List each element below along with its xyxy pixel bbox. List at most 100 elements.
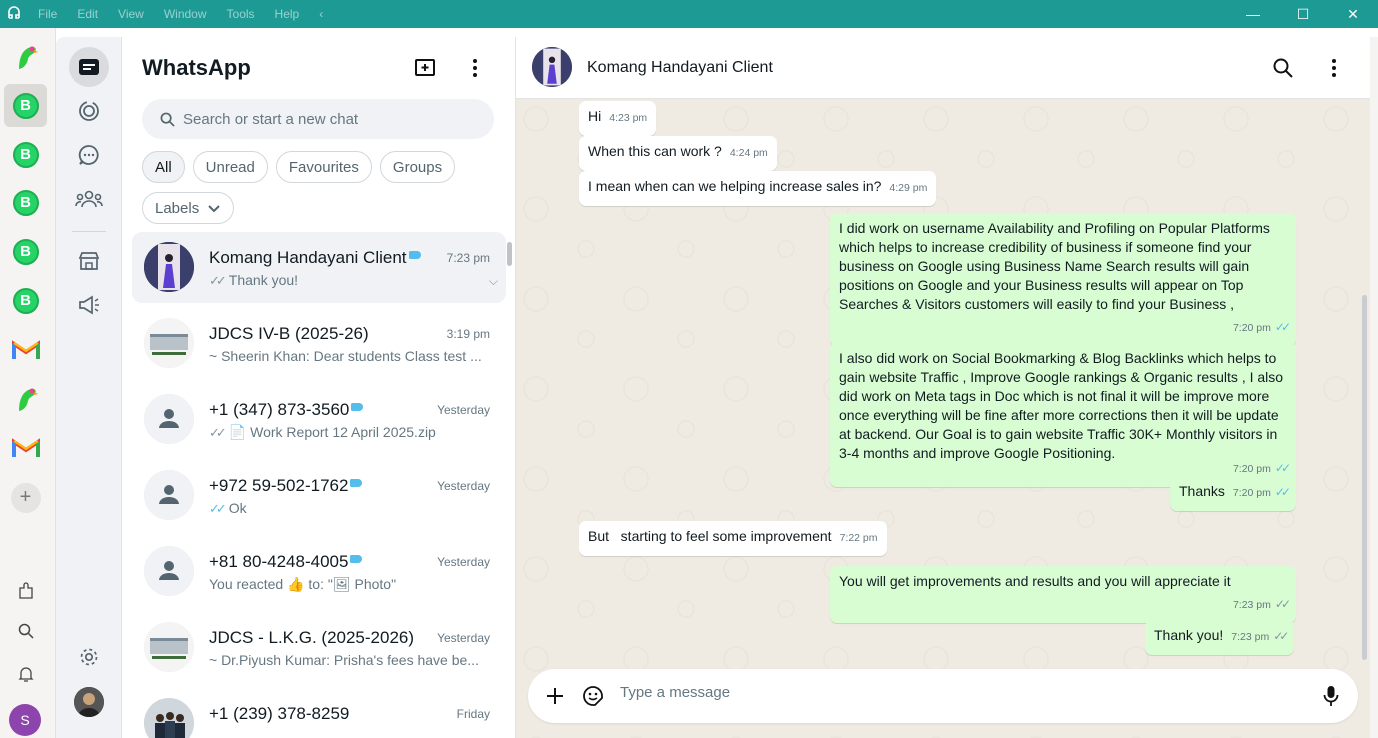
message-outgoing[interactable]: You will get improvements and results an… (830, 566, 1296, 623)
close-window-button[interactable]: ✕ (1328, 0, 1378, 28)
minimize-button[interactable]: — (1228, 0, 1278, 28)
filter-all[interactable]: All (142, 151, 185, 183)
whatsapp-business-account-2[interactable]: B (4, 133, 47, 176)
contact-avatar (144, 242, 194, 292)
back-arrow-icon[interactable]: ‹ (309, 7, 333, 21)
message-outgoing[interactable]: Thank you! 7:23 pm ✓✓ (1145, 620, 1295, 655)
search-input[interactable] (183, 110, 463, 128)
menu-window[interactable]: Window (154, 7, 217, 21)
label-tag-icon (351, 403, 364, 411)
status-nav-button[interactable] (69, 91, 109, 131)
whatsapp-nav (56, 37, 122, 738)
chat-preview: ~ Dr.Piyush Kumar: Prisha's fees have be… (209, 652, 479, 668)
search-bar[interactable] (142, 99, 494, 139)
double-check-icon: ✓✓ (1274, 597, 1291, 611)
contact-avatar[interactable] (532, 47, 572, 87)
channels-nav-button[interactable] (69, 135, 109, 175)
conversation-scrollbar[interactable] (1362, 295, 1367, 660)
whatsapp-business-account-1[interactable]: B (4, 84, 47, 127)
contact-avatar (144, 698, 194, 738)
maximize-button[interactable]: ☐ (1278, 0, 1328, 28)
message-outgoing[interactable]: Thanks 7:20 pm ✓✓ (1170, 476, 1296, 511)
message-incoming[interactable]: When this can work ? 4:24 pm (579, 136, 777, 171)
chat-time: 3:19 pm (446, 327, 490, 341)
message-outgoing[interactable]: I did work on username Availability and … (830, 213, 1296, 346)
chat-list-panel: WhatsApp All Unread Favourites Groups La… (122, 37, 516, 738)
chat-row-13478733560[interactable]: +1 (347) 873-3560 Yesterday ✓✓ 📄 Work Rep… (132, 384, 506, 460)
chat-row-972595021762[interactable]: +972 59-502-1762 Yesterday ✓✓ Ok (132, 460, 506, 536)
voice-message-button[interactable] (1316, 681, 1346, 711)
my-profile-avatar[interactable] (74, 687, 104, 717)
list-menu-button[interactable] (460, 53, 490, 83)
app-title: WhatsApp (142, 55, 251, 80)
whatsapp-business-account-3[interactable]: B (4, 181, 47, 224)
chat-row-jdcs-lkg[interactable]: JDCS - L.K.G. (2025-2026) Yesterday ~ Dr… (132, 612, 506, 688)
menu-help[interactable]: Help (265, 7, 310, 21)
parrot-app-account[interactable] (4, 35, 47, 78)
whatsapp-business-icon: B (12, 92, 39, 119)
chat-name: JDCS - L.K.G. (2025-2026) (209, 628, 415, 647)
filter-groups[interactable]: Groups (379, 151, 456, 183)
catalog-nav-button[interactable] (69, 241, 109, 281)
advertise-nav-button[interactable] (69, 285, 109, 325)
chat-name: +1 (239) 378-8259 (209, 704, 350, 723)
whatsapp-business-account-5[interactable]: B (4, 279, 47, 322)
menu-file[interactable]: File (28, 7, 67, 21)
window-edge (1370, 37, 1378, 738)
gmail-account-1[interactable] (4, 328, 47, 371)
whatsapp-business-icon: B (12, 141, 39, 168)
chevron-down-icon (208, 205, 220, 213)
chat-row-komang[interactable]: Komang Handayani Client 7:23 pm ✓✓ Thank … (132, 232, 506, 303)
whatsapp-business-account-4[interactable]: B (4, 230, 47, 273)
search-icon[interactable] (14, 619, 38, 643)
group-avatar (144, 318, 194, 368)
sticker-icon (583, 686, 603, 706)
attach-button[interactable] (540, 681, 570, 711)
sticker-button[interactable] (578, 681, 608, 711)
settings-nav-button[interactable] (69, 637, 109, 677)
chat-preview: ✓✓ 📄 Work Report 12 April 2025.zip (209, 424, 436, 440)
kebab-menu-icon (1332, 59, 1336, 77)
whatsapp-business-icon: B (12, 287, 39, 314)
chat-name: +1 (347) 873-3560 (209, 400, 364, 420)
double-check-read-icon: ✓✓ (1274, 461, 1291, 475)
parrot-app-account-2[interactable] (4, 377, 47, 420)
search-messages-button[interactable] (1268, 53, 1298, 83)
double-check-read-icon: ✓✓ (209, 501, 227, 516)
double-check-icon: ✓✓ (209, 425, 227, 440)
labels-dropdown[interactable]: Labels (142, 192, 235, 224)
message-input[interactable] (620, 684, 1300, 701)
kebab-menu-icon (473, 59, 477, 77)
conversation-menu-button[interactable] (1319, 53, 1349, 83)
double-check-read-icon: ✓✓ (1274, 320, 1291, 334)
menu-view[interactable]: View (108, 7, 154, 21)
filter-unread[interactable]: Unread (192, 151, 268, 183)
chat-row-12393788259[interactable]: +1 (239) 378-8259 Friday (132, 688, 506, 738)
communities-nav-button[interactable] (69, 179, 109, 219)
extensions-icon[interactable] (14, 579, 38, 603)
message-outgoing[interactable]: I also did work on Social Bookmarking & … (830, 343, 1296, 487)
profile-avatar[interactable]: S (9, 704, 41, 736)
menu-edit[interactable]: Edit (67, 7, 108, 21)
chat-list-scrollbar[interactable] (507, 242, 512, 266)
parrot-icon (18, 388, 38, 411)
gmail-icon (11, 339, 40, 359)
chats-nav-button[interactable] (69, 47, 109, 87)
chat-row-jdcs-ivb[interactable]: JDCS IV-B (2025-26) 3:19 pm ~ Sheerin Kh… (132, 308, 506, 384)
label-tag-icon (350, 479, 363, 487)
chat-time: Friday (456, 707, 490, 721)
message-incoming[interactable]: I mean when can we helping increase sale… (579, 171, 937, 206)
double-check-icon: ✓✓ (1273, 629, 1289, 643)
filter-favourites[interactable]: Favourites (275, 151, 372, 183)
menu-tools[interactable]: Tools (217, 7, 265, 21)
contact-name[interactable]: Komang Handayani Client (587, 59, 773, 77)
double-check-icon: ✓✓ (209, 273, 227, 288)
message-incoming[interactable]: But starting to feel some improvement 7:2… (579, 521, 887, 556)
bell-icon[interactable] (14, 662, 38, 686)
chat-row-818042484005[interactable]: +81 80-4248-4005 Yesterday You reacted 👍… (132, 536, 506, 612)
message-incoming[interactable]: Hi 4:23 pm (579, 101, 657, 136)
gmail-account-2[interactable] (4, 426, 47, 469)
new-chat-button[interactable] (410, 53, 440, 83)
add-account-button[interactable]: + (4, 476, 47, 519)
chevron-down-icon[interactable]: ⌵ (489, 274, 498, 289)
